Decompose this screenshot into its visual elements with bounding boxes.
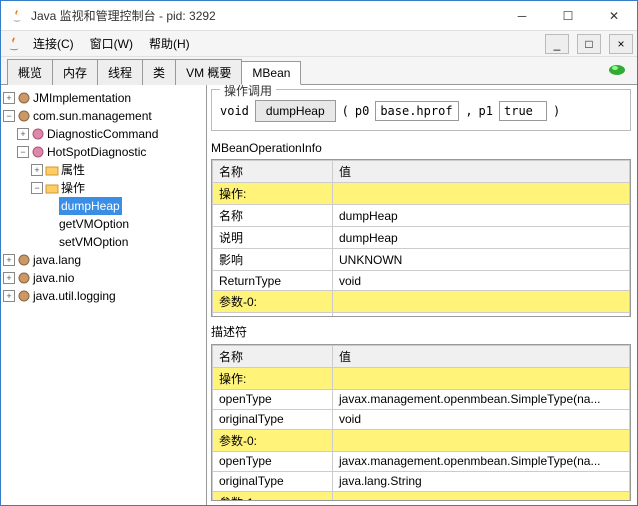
table-row[interactable]: 参数-0: xyxy=(213,291,630,313)
invoke-button[interactable]: dumpHeap xyxy=(255,100,336,122)
menubar: 连接(C) 窗口(W) 帮助(H) _ □ × xyxy=(1,31,637,57)
table-row[interactable]: 名称dumpHeap xyxy=(213,205,630,227)
menu-connect[interactable]: 连接(C) xyxy=(27,33,80,54)
expand-icon[interactable]: + xyxy=(31,164,43,176)
bean-icon xyxy=(17,271,31,285)
param0-label: p0 xyxy=(355,104,369,118)
col-value[interactable]: 值 xyxy=(333,345,630,367)
bean-icon xyxy=(17,289,31,303)
col-value[interactable]: 值 xyxy=(333,161,630,183)
close-button[interactable]: ✕ xyxy=(591,1,637,31)
group-legend: 操作调用 xyxy=(220,85,276,99)
param1-label: p1 xyxy=(479,104,493,118)
desc-table[interactable]: 名称 值 操作:openTypejavax.management.openmbe… xyxy=(211,344,631,502)
opinfo-table[interactable]: 名称 值 操作:名称dumpHeap说明dumpHeap影响UNKNOWNRet… xyxy=(211,159,631,317)
tree-op-setvmoption[interactable]: setVMOption xyxy=(59,233,128,251)
bean-icon xyxy=(31,145,45,159)
table-row[interactable]: 参数-1: xyxy=(213,491,630,501)
mdi-minimize-button[interactable]: _ xyxy=(545,34,569,54)
expand-icon[interactable]: + xyxy=(3,254,15,266)
mdi-close-button[interactable]: × xyxy=(609,34,633,54)
collapse-icon[interactable]: − xyxy=(31,182,43,194)
param1-input[interactable] xyxy=(499,101,547,121)
table-row[interactable]: openTypejavax.management.openmbean.Simpl… xyxy=(213,451,630,471)
java-icon xyxy=(5,35,23,53)
param0-input[interactable] xyxy=(375,101,459,121)
expand-icon[interactable]: + xyxy=(3,290,15,302)
table-row[interactable]: 操作: xyxy=(213,367,630,389)
mbean-tree[interactable]: +JMImplementation −com.sun.management +D… xyxy=(1,85,207,505)
operation-invoke-group: 操作调用 void dumpHeap ( p0 , p1 ) xyxy=(211,89,631,131)
table-row[interactable]: originalTypevoid xyxy=(213,409,630,429)
expand-icon[interactable]: + xyxy=(3,272,15,284)
col-name[interactable]: 名称 xyxy=(213,345,333,367)
bean-icon xyxy=(17,91,31,105)
window-title: Java 监视和管理控制台 - pid: 3292 xyxy=(31,7,499,24)
minimize-button[interactable]: ─ xyxy=(499,1,545,31)
mdi-maximize-button[interactable]: □ xyxy=(577,34,601,54)
menu-window[interactable]: 窗口(W) xyxy=(84,33,139,54)
table-row[interactable]: ReturnTypevoid xyxy=(213,271,630,291)
tree-op-getvmoption[interactable]: getVMOption xyxy=(59,215,129,233)
menu-help[interactable]: 帮助(H) xyxy=(143,33,196,54)
table-row[interactable]: 参数-0: xyxy=(213,429,630,451)
java-icon xyxy=(9,8,25,24)
table-row[interactable]: 影响UNKNOWN xyxy=(213,249,630,271)
bean-icon xyxy=(31,127,45,141)
tab-threads[interactable]: 线程 xyxy=(97,59,143,85)
connection-status-icon xyxy=(607,63,627,77)
folder-icon xyxy=(45,163,59,177)
tab-vmsummary[interactable]: VM 概要 xyxy=(175,59,242,85)
table-row[interactable]: 操作: xyxy=(213,183,630,205)
tree-op-dumpheap[interactable]: dumpHeap xyxy=(59,197,122,215)
titlebar: Java 监视和管理控制台 - pid: 3292 ─ ☐ ✕ xyxy=(1,1,637,31)
collapse-icon[interactable]: − xyxy=(17,146,29,158)
table-row[interactable]: openTypejavax.management.openmbean.Simpl… xyxy=(213,389,630,409)
table-row[interactable]: originalTypejava.lang.String xyxy=(213,471,630,491)
tabbar: 概览 内存 线程 类 VM 概要 MBean xyxy=(1,57,637,85)
expand-icon[interactable]: + xyxy=(17,128,29,140)
desc-label: 描述符 xyxy=(211,323,631,340)
table-row[interactable]: 名称p0 xyxy=(213,313,630,317)
bean-icon xyxy=(17,109,31,123)
tab-classes[interactable]: 类 xyxy=(142,59,176,85)
folder-icon xyxy=(45,181,59,195)
tab-overview[interactable]: 概览 xyxy=(7,59,53,85)
bean-icon xyxy=(17,253,31,267)
tab-mbean[interactable]: MBean xyxy=(241,61,301,85)
return-type: void xyxy=(220,104,249,118)
collapse-icon[interactable]: − xyxy=(3,110,15,122)
col-name[interactable]: 名称 xyxy=(213,161,333,183)
tab-memory[interactable]: 内存 xyxy=(52,59,98,85)
opinfo-label: MBeanOperationInfo xyxy=(211,141,631,155)
expand-icon[interactable]: + xyxy=(3,92,15,104)
table-row[interactable]: 说明dumpHeap xyxy=(213,227,630,249)
maximize-button[interactable]: ☐ xyxy=(545,1,591,31)
